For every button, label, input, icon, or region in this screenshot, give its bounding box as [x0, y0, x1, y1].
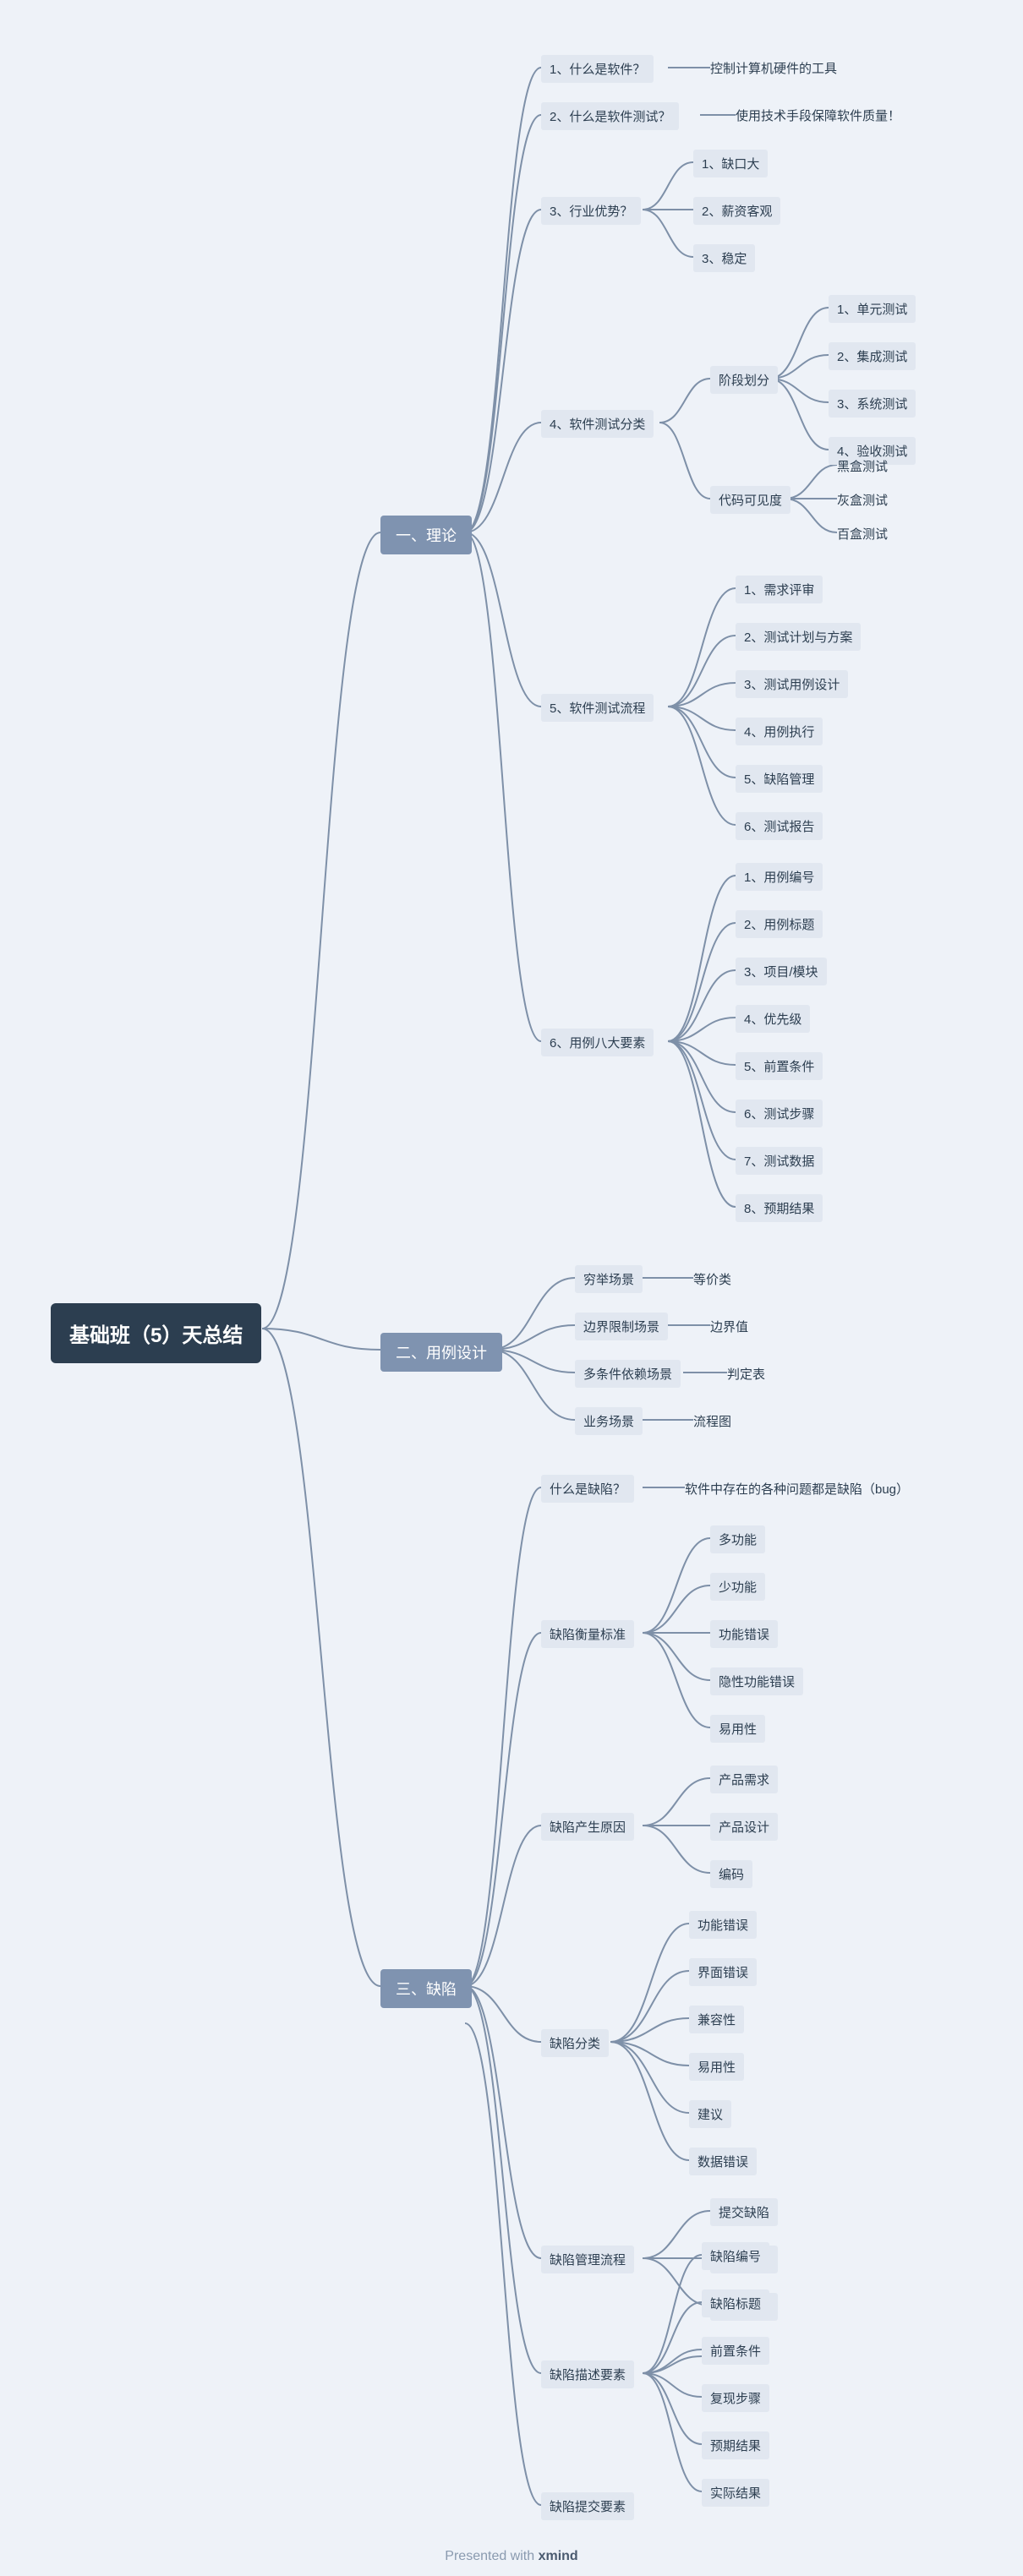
node-eight-elements[interactable]: 6、用例八大要素 [541, 1029, 654, 1056]
leaf-node[interactable]: 1、需求评审 [736, 576, 823, 603]
node-what-is-software[interactable]: 1、什么是软件？ [541, 55, 654, 83]
leaf-node[interactable]: 复现步骤 [702, 2384, 769, 2412]
node-defect-classify[interactable]: 缺陷分类 [541, 2029, 609, 2057]
node-defect-metric[interactable]: 缺陷衡量标准 [541, 1620, 634, 1648]
leaf: 判定表 [727, 1365, 765, 1383]
leaf-node[interactable]: 易用性 [689, 2053, 744, 2081]
leaf: 等价类 [693, 1270, 731, 1288]
leaf-node[interactable]: 少功能 [710, 1573, 765, 1601]
leaf-node[interactable]: 编码 [710, 1860, 752, 1888]
leaf-node[interactable]: 2、薪资客观 [693, 197, 780, 225]
leaf-node[interactable]: 3、项目/模块 [736, 958, 827, 985]
leaf-node[interactable]: 功能错误 [689, 1911, 757, 1939]
leaf-node[interactable]: 功能错误 [710, 1620, 778, 1648]
leaf-node[interactable]: 2、测试计划与方案 [736, 623, 861, 651]
leaf: 控制计算机硬件的工具 [710, 59, 837, 77]
leaf-node[interactable]: 6、测试报告 [736, 812, 823, 840]
leaf-node[interactable]: 1、缺口大 [693, 150, 768, 177]
leaf-node[interactable]: 8、预期结果 [736, 1194, 823, 1222]
leaf-node[interactable]: 实际结果 [702, 2479, 769, 2507]
node-by-stage[interactable]: 阶段划分 [710, 366, 778, 394]
node-boundary[interactable]: 边界限制场景 [575, 1313, 668, 1340]
leaf-node[interactable]: 易用性 [710, 1715, 765, 1743]
leaf: 流程图 [693, 1412, 731, 1430]
node-test-process[interactable]: 5、软件测试流程 [541, 694, 654, 722]
leaf-node[interactable]: 数据错误 [689, 2148, 757, 2175]
footer: Presented with xmind [0, 2549, 1023, 2564]
leaf: 百盒测试 [837, 525, 888, 543]
node-business[interactable]: 业务场景 [575, 1407, 643, 1435]
leaf-node[interactable]: 缺陷编号 [702, 2242, 769, 2270]
leaf-node[interactable]: 前置条件 [702, 2337, 769, 2365]
connector-lines [0, 0, 1023, 2576]
node-industry-advantage[interactable]: 3、行业优势？ [541, 197, 641, 225]
leaf-node[interactable]: 2、集成测试 [829, 342, 916, 370]
leaf-node[interactable]: 提交缺陷 [710, 2198, 778, 2226]
leaf-node[interactable]: 6、测试步骤 [736, 1100, 823, 1127]
leaf-node[interactable]: 3、系统测试 [829, 390, 916, 418]
leaf: 黑盒测试 [837, 457, 888, 475]
leaf-node[interactable]: 5、前置条件 [736, 1052, 823, 1080]
leaf-node[interactable]: 多功能 [710, 1525, 765, 1553]
leaf-node[interactable]: 7、测试数据 [736, 1147, 823, 1175]
leaf-node[interactable]: 兼容性 [689, 2006, 744, 2033]
leaf-node[interactable]: 预期结果 [702, 2431, 769, 2459]
leaf-node[interactable]: 3、测试用例设计 [736, 670, 848, 698]
leaf: 边界值 [710, 1318, 748, 1335]
leaf-node[interactable]: 4、优先级 [736, 1005, 810, 1033]
leaf-node[interactable]: 缺陷标题 [702, 2289, 769, 2317]
node-what-is-testing[interactable]: 2、什么是软件测试？ [541, 102, 679, 130]
node-code-visibility[interactable]: 代码可见度 [710, 486, 790, 514]
node-defect-flow[interactable]: 缺陷管理流程 [541, 2246, 634, 2273]
leaf-node[interactable]: 界面错误 [689, 1958, 757, 1986]
node-exhaustive[interactable]: 穷举场景 [575, 1265, 643, 1293]
leaf-node[interactable]: 产品需求 [710, 1766, 778, 1793]
node-test-classification[interactable]: 4、软件测试分类 [541, 410, 654, 438]
leaf-node[interactable]: 隐性功能错误 [710, 1667, 803, 1695]
branch-defect[interactable]: 三、缺陷 [380, 1969, 472, 2008]
leaf-node[interactable]: 1、单元测试 [829, 295, 916, 323]
leaf-node[interactable]: 建议 [689, 2100, 731, 2128]
root-node[interactable]: 基础班（5）天总结 [51, 1303, 261, 1363]
footer-text: Presented with [445, 2549, 538, 2563]
leaf-node[interactable]: 2、用例标题 [736, 910, 823, 938]
node-defect-submit[interactable]: 缺陷提交要素 [541, 2492, 634, 2520]
node-defect-cause[interactable]: 缺陷产生原因 [541, 1813, 634, 1841]
leaf: 使用技术手段保障软件质量！ [736, 106, 900, 124]
leaf-node[interactable]: 4、用例执行 [736, 718, 823, 745]
node-multi-condition[interactable]: 多条件依赖场景 [575, 1360, 681, 1388]
leaf-node[interactable]: 产品设计 [710, 1813, 778, 1841]
footer-brand: xmind [539, 2549, 578, 2563]
mindmap-canvas: 基础班（5）天总结 一、理论 二、用例设计 三、缺陷 1、什么是软件？ 控制计算… [0, 0, 1023, 2576]
leaf-node[interactable]: 1、用例编号 [736, 863, 823, 891]
node-what-is-defect[interactable]: 什么是缺陷？ [541, 1475, 634, 1503]
leaf-node[interactable]: 3、稳定 [693, 244, 755, 272]
branch-testcase-design[interactable]: 二、用例设计 [380, 1333, 502, 1372]
leaf: 灰盒测试 [837, 491, 888, 509]
leaf-node[interactable]: 5、缺陷管理 [736, 765, 823, 793]
leaf: 软件中存在的各种问题都是缺陷（bug） [685, 1480, 909, 1498]
node-defect-describe[interactable]: 缺陷描述要素 [541, 2360, 634, 2388]
connector-lines-extra [0, 0, 1023, 2576]
branch-theory[interactable]: 一、理论 [380, 516, 472, 554]
